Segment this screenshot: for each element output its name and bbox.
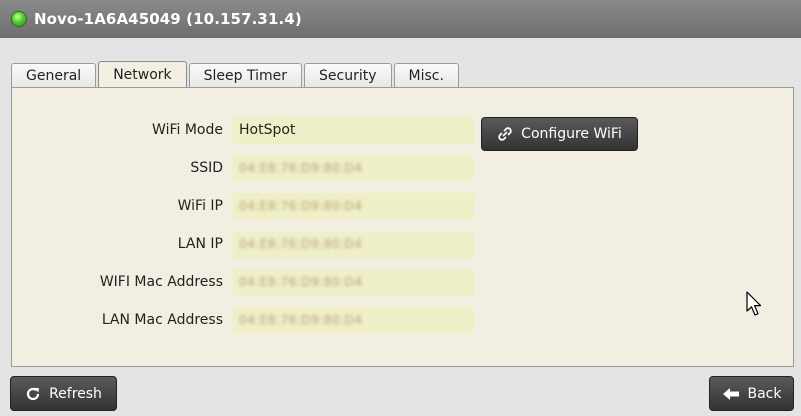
tab-misc[interactable]: Misc. <box>393 63 459 87</box>
connection-status-icon <box>12 12 26 26</box>
ssid-label: SSID <box>190 160 223 176</box>
field-row-lan-ip: LAN IP 04:E8:76:D9:80:D4 <box>12 231 793 258</box>
lan-ip-label: LAN IP <box>177 236 223 252</box>
arrow-left-icon <box>722 387 740 401</box>
wifi-ip-label: WiFi IP <box>177 198 223 214</box>
wifi-mode-value: HotSpot <box>233 117 474 144</box>
lan-ip-value: 04:E8:76:D9:80:D4 <box>233 231 474 258</box>
wifi-mode-label: WiFi Mode <box>152 122 223 138</box>
tab-sleep-timer[interactable]: Sleep Timer <box>188 63 303 87</box>
lan-mac-label: LAN Mac Address <box>101 312 223 328</box>
configure-wifi-button[interactable]: Configure WiFi <box>481 117 638 151</box>
refresh-label: Refresh <box>49 385 102 402</box>
refresh-button[interactable]: Refresh <box>10 376 117 411</box>
wifi-mac-value-redacted: 04:E8:76:D9:80:D4 <box>239 275 363 289</box>
field-row-lan-mac: LAN Mac Address 04:E8:76:D9:80:D4 <box>12 307 793 334</box>
wifi-ip-value-redacted: 04:E8:76:D9:80:D4 <box>239 199 363 213</box>
mouse-cursor-icon <box>746 291 764 321</box>
wifi-mac-value: 04:E8:76:D9:80:D4 <box>233 269 474 296</box>
lan-mac-value: 04:E8:76:D9:80:D4 <box>233 307 474 334</box>
link-icon <box>497 126 513 142</box>
tab-network[interactable]: Network <box>98 61 187 87</box>
field-row-wifi-mac: WIFI Mac Address 04:E8:76:D9:80:D4 <box>12 269 793 296</box>
tab-bar: General Network Sleep Timer Security Mis… <box>11 61 459 88</box>
tab-security[interactable]: Security <box>304 63 392 87</box>
configure-wifi-label: Configure WiFi <box>521 126 622 142</box>
ssid-value-redacted: 04:E8:76:D9:80:D4 <box>239 161 363 175</box>
tab-general[interactable]: General <box>11 63 97 87</box>
network-panel: WiFi Mode HotSpot SSID 04:E8:76:D9:80:D4… <box>11 87 794 367</box>
wifi-ip-value: 04:E8:76:D9:80:D4 <box>233 193 474 220</box>
lan-mac-value-redacted: 04:E8:76:D9:80:D4 <box>239 313 363 327</box>
window-title: Novo-1A6A45049 (10.157.31.4) <box>34 10 302 28</box>
field-row-wifi-ip: WiFi IP 04:E8:76:D9:80:D4 <box>12 193 793 220</box>
wifi-mac-label: WIFI Mac Address <box>99 274 223 290</box>
lan-ip-value-redacted: 04:E8:76:D9:80:D4 <box>239 237 363 251</box>
field-row-wifi-mode: WiFi Mode HotSpot <box>12 117 793 144</box>
back-button[interactable]: Back <box>709 376 794 411</box>
refresh-icon <box>25 386 41 402</box>
ssid-value: 04:E8:76:D9:80:D4 <box>233 155 474 182</box>
back-label: Back <box>747 385 782 402</box>
title-bar: Novo-1A6A45049 (10.157.31.4) <box>0 0 801 38</box>
field-row-ssid: SSID 04:E8:76:D9:80:D4 <box>12 155 793 182</box>
